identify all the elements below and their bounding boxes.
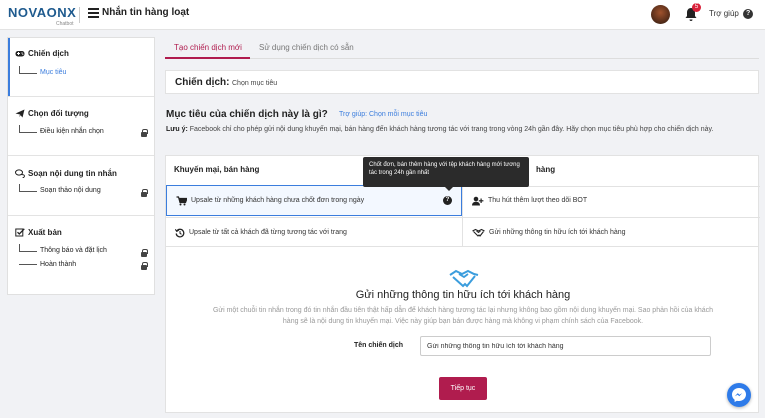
step-compose[interactable]: Soạn nội dung tin nhắn Soạn thảo nội dun…: [8, 156, 154, 216]
goal-note: Lưu ý: Facebook chỉ cho phép gửi nội dun…: [166, 124, 758, 135]
tree-connector: [19, 184, 37, 192]
column-header-promo: Khuyến mại, bán hàng: [174, 165, 260, 174]
user-plus-icon: [472, 196, 484, 205]
tab-bar: Tạo chiến dịch mới Sử dụng chiến dịch có…: [165, 37, 759, 59]
help-button[interactable]: Trợ giúp ?: [709, 9, 754, 19]
goal-help-link[interactable]: Trợ giúp: Chọn mỗi mục tiêu: [339, 111, 427, 118]
notification-badge: 5: [692, 3, 701, 12]
history-icon: [175, 228, 185, 237]
avatar[interactable]: [651, 5, 670, 24]
note-text: Facebook chỉ cho phép gửi nội dung khuyế…: [187, 126, 714, 133]
lock-icon: [141, 129, 148, 138]
question-icon[interactable]: ?: [443, 196, 452, 205]
step-label: Chiến dịch: [28, 49, 69, 58]
gamepad-icon: [15, 51, 25, 57]
option-label: Upsale từ những khách hàng chưa chốt đơn…: [191, 197, 365, 204]
goal-heading: Mục tiêu của chiến dịch này là gì?: [166, 109, 328, 120]
tree-connector: [19, 125, 37, 133]
sidebar-item-label: Hoàn thành: [40, 261, 77, 268]
option-label: Upsale từ tất cả khách đã từng tương tác…: [189, 229, 347, 236]
step-label: Chọn đối tượng: [28, 109, 89, 118]
logo-text: NOVAONX: [8, 5, 77, 20]
campaign-name-input[interactable]: [420, 336, 711, 356]
top-header: NOVAONX Chatbot Nhắn tin hàng loạt 5 Trợ…: [0, 0, 765, 30]
campaign-name-label: Tên chiến dịch: [354, 342, 404, 349]
sidebar-item-label: Mục tiêu: [40, 69, 67, 76]
step-title: Soạn nội dung tin nhắn: [15, 169, 117, 178]
question-icon: ?: [743, 9, 754, 19]
tree-connector: [19, 252, 37, 265]
header-divider: [79, 7, 80, 23]
detail-description: Gửi một chuỗi tin nhắn trong đó tin nhắn…: [212, 307, 714, 325]
option-tooltip: Chốt đơn, bán thêm hàng với tệp khách hà…: [363, 157, 529, 191]
step-label: Soạn nội dung tin nhắn: [28, 169, 117, 178]
campaign-value: Chọn mục tiêu: [232, 80, 278, 87]
messenger-icon: [732, 388, 746, 402]
step-audience[interactable]: Chọn đối tượng Điều kiện nhắn chọn: [8, 97, 154, 156]
tree-connector: [19, 66, 37, 74]
step-title: Xuất bản: [15, 228, 62, 237]
help-label: Trợ giúp: [709, 9, 739, 19]
goal-detail-panel: Gửi những thông tin hữu ích tới khách hà…: [165, 247, 759, 413]
sidebar-item-label: Soạn thảo nội dung: [40, 187, 101, 194]
option-label: Gửi những thông tin hữu ích tới khách hà…: [489, 229, 626, 236]
continue-button[interactable]: Tiếp tục: [439, 377, 487, 400]
detail-title: Gửi những thông tin hữu ích tới khách hà…: [355, 289, 571, 301]
send-icon: [15, 109, 25, 118]
option-bot-followers[interactable]: Thu hút thêm lượt theo dõi BOT: [463, 185, 759, 216]
tab-existing-campaign[interactable]: Sử dụng chiến dịch có sẵn: [259, 43, 354, 52]
campaign-label: Chiến dịch:: [175, 77, 230, 88]
lock-icon: [141, 262, 148, 271]
chat-icon: [15, 169, 25, 178]
step-label: Xuất bản: [28, 228, 62, 237]
menu-icon[interactable]: [88, 8, 99, 18]
option-useful-info[interactable]: Gửi những thông tin hữu ích tới khách hà…: [463, 217, 759, 248]
sidebar-item-label: Điều kiện nhắn chọn: [40, 128, 104, 135]
logo-subtext: Chatbot: [56, 21, 74, 27]
handshake-icon: [472, 228, 485, 237]
lock-icon: [141, 189, 148, 198]
campaign-summary: Chiến dịch: Chọn mục tiêu: [165, 70, 759, 94]
handshake-icon: [449, 269, 479, 288]
sidebar-item-label: Thông báo và đặt lịch: [40, 247, 107, 254]
tab-new-campaign[interactable]: Tạo chiến dịch mới: [174, 43, 242, 52]
lock-icon: [141, 249, 148, 258]
option-upsale-today[interactable]: Upsale từ những khách hàng chưa chốt đơn…: [166, 185, 462, 216]
checkbox-icon: [15, 228, 25, 237]
active-tab-indicator: [165, 57, 250, 59]
option-label: Thu hút thêm lượt theo dõi BOT: [488, 197, 588, 204]
logo[interactable]: NOVAONX Chatbot: [8, 5, 77, 27]
option-upsale-all[interactable]: Upsale từ tất cả khách đã từng tương tác…: [166, 217, 462, 248]
column-header-care: hàng: [536, 165, 556, 174]
tree-connector: [19, 244, 37, 252]
note-label: Lưu ý:: [166, 126, 188, 133]
step-title: Chọn đối tượng: [15, 109, 89, 118]
step-publish[interactable]: Xuất bản Thông báo và đặt lịch Hoàn thàn…: [8, 216, 154, 294]
page-title: Nhắn tin hàng loạt: [102, 7, 190, 18]
step-title: Chiến dịch: [15, 49, 69, 58]
messenger-chat-button[interactable]: [727, 383, 751, 407]
step-campaign[interactable]: Chiến dịch Mục tiêu: [8, 38, 154, 97]
steps-sidebar: Chiến dịch Mục tiêu Chọn đối tượng Điều …: [7, 37, 155, 295]
cart-icon: [176, 195, 187, 205]
